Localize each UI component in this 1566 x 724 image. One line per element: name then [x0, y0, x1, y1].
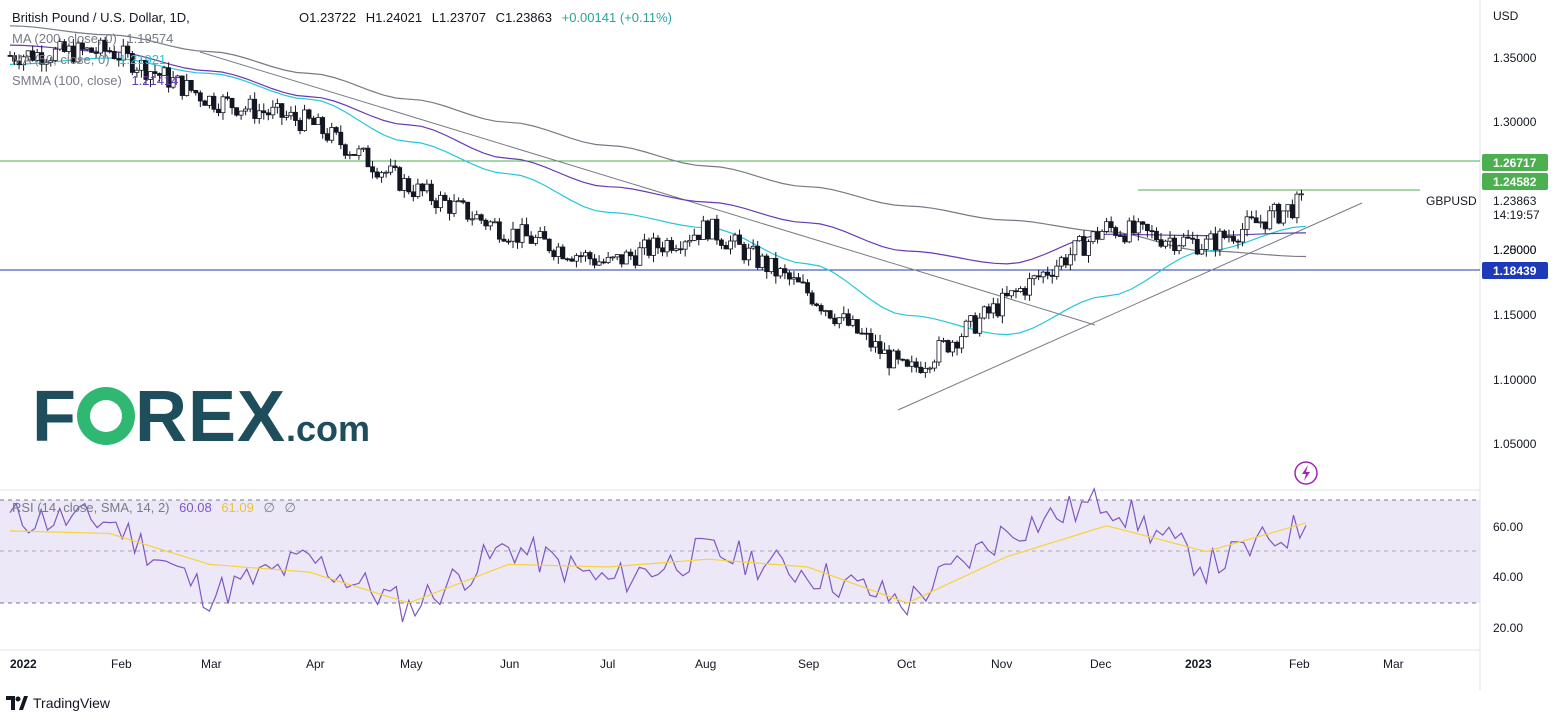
- ohlc-change: +0.00141 (+0.11%): [561, 10, 672, 25]
- smma-label: SMMA (100, close): [12, 73, 122, 88]
- price-tick: 1.30000: [1493, 115, 1537, 129]
- candle: [397, 165, 403, 192]
- rsi-tick: 40.00: [1493, 570, 1523, 584]
- time-tick: Dec: [1090, 657, 1111, 671]
- last-price-symbol: GBPUSD: [1426, 194, 1477, 208]
- candle: [1126, 217, 1132, 244]
- candle: [854, 319, 860, 335]
- candle: [972, 312, 978, 335]
- candle: [234, 107, 239, 117]
- time-tick: 2023: [1185, 657, 1212, 671]
- candle: [646, 237, 652, 259]
- chart-canvas[interactable]: USD 1.35000 1.30000 1.25000 1.15000 1.10…: [0, 0, 1566, 724]
- ohlc-low: L1.23707: [431, 10, 486, 25]
- price-tick: 1.35000: [1493, 51, 1537, 65]
- price-tick: 1.20000: [1493, 243, 1537, 257]
- time-tick: Aug: [695, 657, 716, 671]
- candle: [709, 218, 715, 240]
- candle: [1276, 202, 1282, 225]
- candle: [705, 219, 711, 242]
- countdown: 14:19:57: [1493, 208, 1540, 222]
- ohlc-open: O1.23722: [299, 10, 357, 25]
- tradingview-logo[interactable]: TradingView: [6, 695, 110, 711]
- candle: [768, 257, 774, 275]
- rsi-tick: 60.00: [1493, 520, 1523, 534]
- time-axis: 2022 Feb Mar Apr May Jun Jul Aug Sep Oct…: [10, 657, 1404, 671]
- candle: [406, 175, 412, 195]
- candle: [1077, 235, 1082, 242]
- symbol-legend: British Pound / U.S. Dollar, 1D,: [12, 10, 196, 25]
- tradingview-icon: [6, 696, 28, 710]
- price-tick: 1.10000: [1493, 373, 1537, 387]
- time-tick: Nov: [991, 657, 1012, 671]
- ohlc-close: C1.23863: [495, 10, 552, 25]
- candle: [365, 145, 371, 168]
- svg-text:1.18439: 1.18439: [1493, 264, 1537, 278]
- ma50-value: 1.21921: [119, 52, 167, 67]
- candle: [981, 305, 987, 320]
- time-tick: Mar: [201, 657, 222, 671]
- candle: [891, 348, 897, 369]
- candle: [714, 214, 720, 245]
- forex-logo: F REX.com: [32, 377, 371, 457]
- time-tick: May: [400, 657, 423, 671]
- rsi-tick: 20.00: [1493, 621, 1523, 635]
- forex-o-icon: [76, 387, 135, 445]
- candle: [945, 339, 951, 354]
- candle: [963, 319, 969, 338]
- time-tick: Mar: [1383, 657, 1404, 671]
- rsi-axis: 60.00 40.00 20.00: [1493, 520, 1523, 635]
- candle: [546, 238, 552, 254]
- ma200-value: 1.19574: [126, 31, 174, 46]
- ma50-label: MA (50, close, 0): [12, 52, 110, 67]
- ma200-label: MA (200, close, 0): [12, 31, 117, 46]
- svg-text:1.26717: 1.26717: [1493, 156, 1537, 170]
- candle: [904, 358, 910, 368]
- rsi-extra-2: ∅: [284, 500, 296, 515]
- candle: [306, 108, 312, 120]
- symbol-title: British Pound / U.S. Dollar, 1D,: [12, 10, 190, 25]
- candle: [351, 154, 357, 156]
- candle: [623, 249, 629, 265]
- candle: [827, 310, 833, 320]
- rsi-sma-value: 61.09: [221, 500, 254, 515]
- last-price-value: 1.23863: [1493, 194, 1537, 208]
- time-tick: Feb: [1289, 657, 1310, 671]
- rsi-extra-1: ∅: [263, 500, 275, 515]
- rsi-label: RSI (14, close, SMA, 14, 2): [12, 500, 170, 515]
- tradingview-label: TradingView: [33, 695, 111, 711]
- candle: [1222, 229, 1227, 240]
- ohlc-legend: O1.23722 H1.24021 L1.23707 C1.23863 +0.0…: [299, 10, 678, 25]
- time-tick: Apr: [306, 657, 325, 671]
- time-tick: Sep: [798, 657, 820, 671]
- time-tick: Jun: [500, 657, 519, 671]
- price-badge-1[interactable]: 1.26717: [1482, 154, 1548, 171]
- time-tick: 2022: [10, 657, 37, 671]
- candle: [188, 79, 194, 93]
- currency-label: USD: [1493, 9, 1519, 23]
- price-badge-2[interactable]: 1.24582: [1482, 173, 1548, 190]
- candle: [936, 336, 942, 367]
- time-tick: Jul: [600, 657, 615, 671]
- smma-legend[interactable]: SMMA (100, close) 1.21414: [12, 73, 184, 88]
- time-tick: Feb: [111, 657, 132, 671]
- rsi-value: 60.08: [179, 500, 212, 515]
- candle: [496, 218, 502, 243]
- svg-text:1.24582: 1.24582: [1493, 175, 1537, 189]
- ohlc-high: H1.24021: [365, 10, 423, 25]
- smma-value: 1.21414: [131, 73, 179, 88]
- ma200-legend[interactable]: MA (200, close, 0) 1.19574: [12, 31, 179, 46]
- price-axis: USD 1.35000 1.30000 1.25000 1.15000 1.10…: [1493, 9, 1537, 451]
- ma50-legend[interactable]: MA (50, close, 0) 1.21921: [12, 52, 172, 67]
- price-tick: 1.05000: [1493, 437, 1537, 451]
- candle: [465, 201, 471, 222]
- price-badge-3[interactable]: 1.18439: [1482, 262, 1548, 279]
- rsi-legend[interactable]: RSI (14, close, SMA, 14, 2) 60.08 61.09 …: [12, 500, 302, 516]
- time-tick: Oct: [897, 657, 916, 671]
- price-tick: 1.15000: [1493, 308, 1537, 322]
